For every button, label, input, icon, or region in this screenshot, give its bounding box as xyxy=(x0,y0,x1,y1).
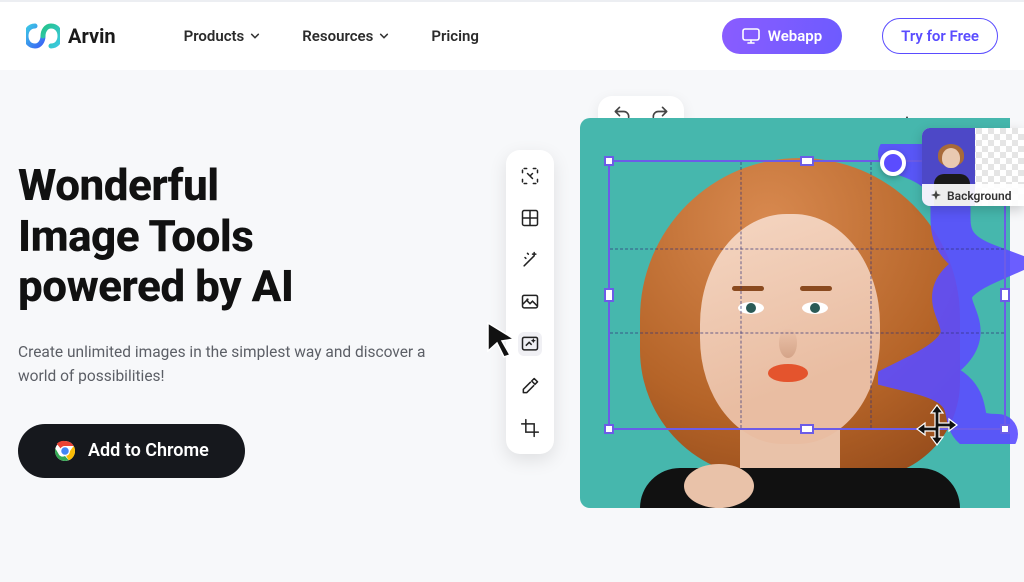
image-enhance-tool[interactable] xyxy=(518,290,542,314)
nav-pricing[interactable]: Pricing xyxy=(431,27,479,45)
nav-resources-label: Resources xyxy=(302,27,373,45)
site-header: Arvin Products Resources Pricing Webapp … xyxy=(0,0,1024,70)
move-cursor-icon xyxy=(912,402,962,452)
magic-wand-tool[interactable] xyxy=(518,248,542,272)
hero-title-line2: Image Tools xyxy=(18,210,253,262)
chrome-icon xyxy=(54,440,76,462)
chevron-down-icon xyxy=(250,31,260,41)
try-free-button[interactable]: Try for Free xyxy=(882,18,998,54)
hero-title: Wonderful Image Tools powered by AI xyxy=(18,160,483,312)
crop-tool[interactable] xyxy=(518,416,542,440)
hero-copy: Wonderful Image Tools powered by AI Crea… xyxy=(18,130,483,544)
webapp-button-label: Webapp xyxy=(768,27,822,45)
chevron-down-icon xyxy=(379,31,389,41)
sparkle-icon xyxy=(930,190,942,202)
add-to-chrome-label: Add to Chrome xyxy=(88,440,209,461)
brush-origin-knob[interactable] xyxy=(880,150,906,176)
nav-products[interactable]: Products xyxy=(184,27,261,45)
hero-title-line3: powered by AI xyxy=(18,260,293,312)
ai-select-tool[interactable] xyxy=(518,164,542,188)
background-thumbnail-label: Background xyxy=(922,184,1024,206)
nav-pricing-label: Pricing xyxy=(431,27,479,45)
brand-logo-icon xyxy=(26,23,60,49)
pointer-cursor-icon xyxy=(480,317,524,361)
top-separator xyxy=(0,0,1024,2)
eyedropper-tool[interactable] xyxy=(518,374,542,398)
brand[interactable]: Arvin xyxy=(26,23,116,49)
try-free-label: Try for Free xyxy=(901,27,979,45)
editor-toolbar xyxy=(506,150,554,454)
brand-name: Arvin xyxy=(68,24,116,48)
monitor-icon xyxy=(742,28,760,44)
hero-title-line1: Wonderful xyxy=(18,159,219,211)
editor-preview: Background xyxy=(484,92,1024,582)
nav-products-label: Products xyxy=(184,27,245,45)
webapp-button[interactable]: Webapp xyxy=(722,18,842,54)
add-to-chrome-button[interactable]: Add to Chrome xyxy=(18,424,245,478)
background-thumbnail[interactable]: Background xyxy=(922,128,1024,206)
hero-section: Wonderful Image Tools powered by AI Crea… xyxy=(0,70,1024,544)
hero-subtitle: Create unlimited images in the simplest … xyxy=(18,340,458,388)
main-nav: Products Resources Pricing xyxy=(184,27,479,45)
grid-tool[interactable] xyxy=(518,206,542,230)
nav-resources[interactable]: Resources xyxy=(302,27,389,45)
